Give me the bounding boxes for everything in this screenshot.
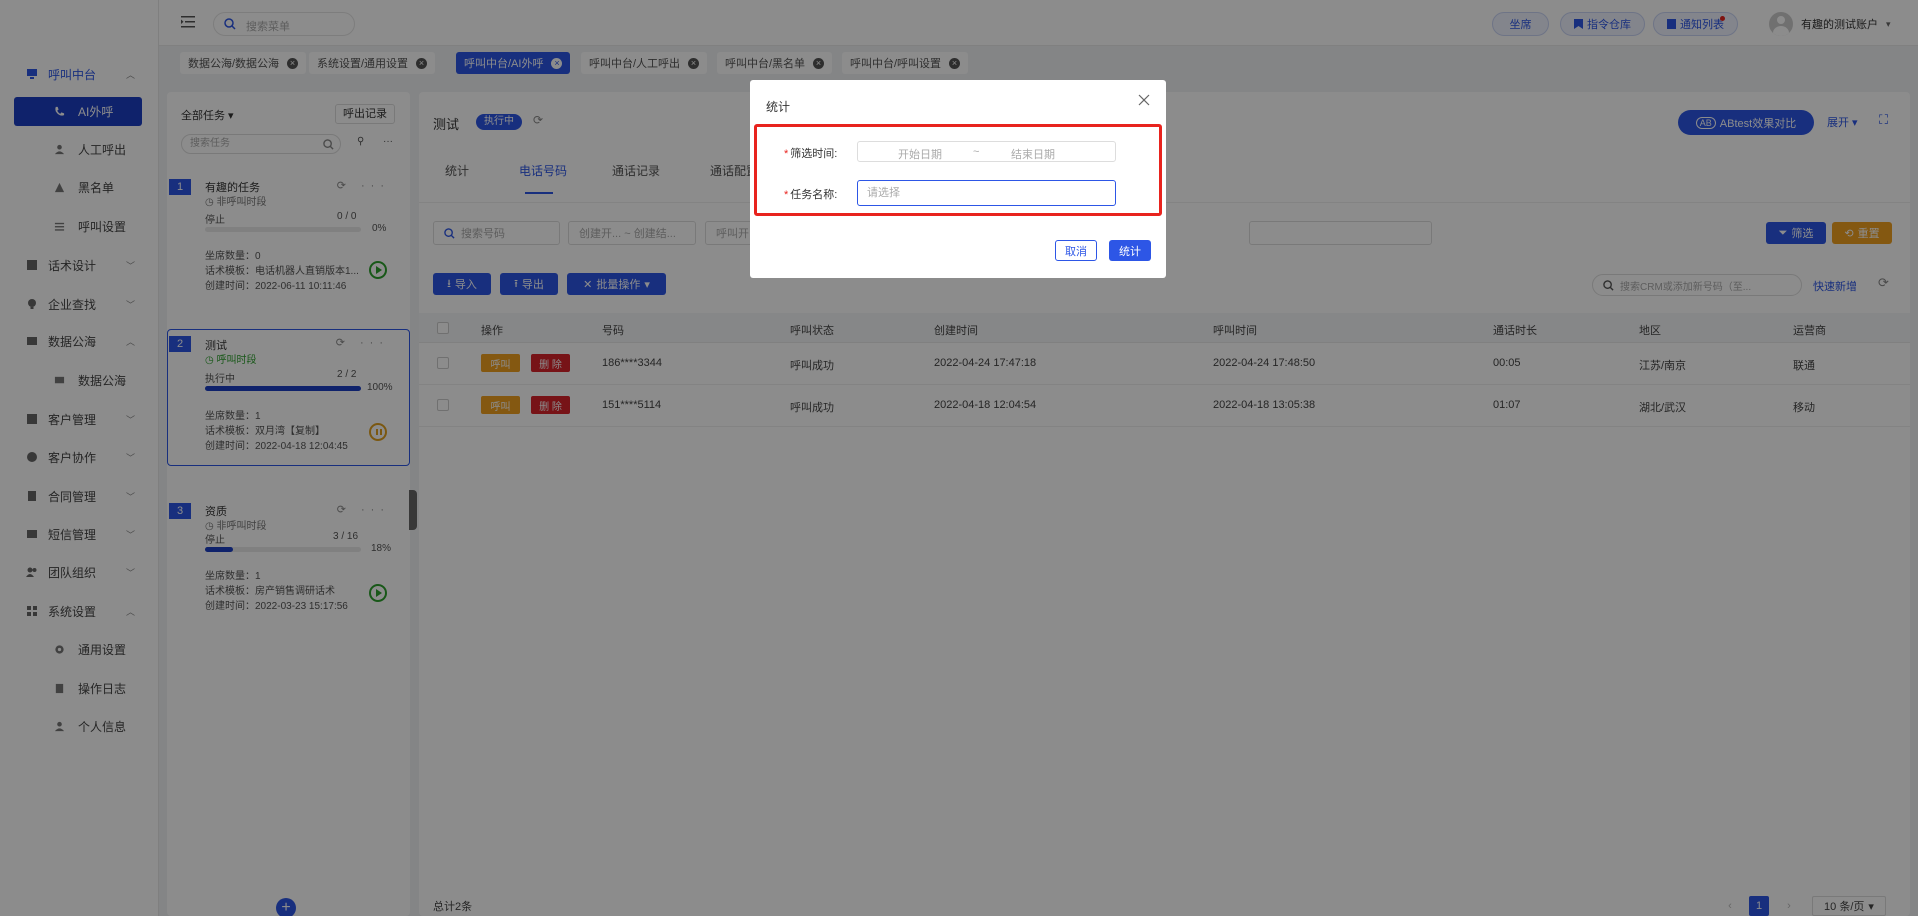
cancel-button[interactable]: 取消 — [1055, 240, 1097, 261]
end-date-input[interactable]: 结束日期 — [1011, 146, 1055, 162]
date-range-picker[interactable]: 开始日期 ~ 结束日期 — [857, 141, 1116, 162]
range-separator: ~ — [973, 146, 980, 158]
filter-time-label: * 筛选时间: — [784, 145, 837, 161]
confirm-statistics-button[interactable]: 统计 — [1109, 240, 1151, 261]
filter-time-text: 筛选时间: — [790, 148, 838, 160]
modal-title: 统计 — [766, 100, 791, 114]
task-name-text: 任务名称: — [790, 189, 838, 201]
required-marker: * — [784, 148, 789, 160]
start-date-input[interactable]: 开始日期 — [898, 146, 942, 162]
close-icon[interactable] — [1138, 94, 1150, 106]
task-name-select[interactable]: 请选择 — [857, 180, 1116, 206]
statistics-modal: 统计 * 筛选时间: 开始日期 ~ 结束日期 * 任务名称: 请选择 取消 统计 — [750, 80, 1166, 278]
required-marker: * — [784, 189, 789, 201]
task-name-label: * 任务名称: — [784, 186, 837, 202]
